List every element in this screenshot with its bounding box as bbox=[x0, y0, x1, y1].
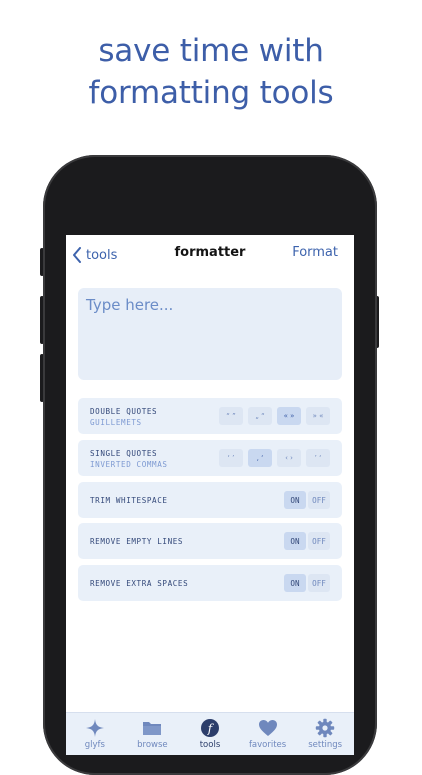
tab-label: tools bbox=[199, 740, 221, 750]
single-quotes-sublabel: INVERTED COMMAS bbox=[90, 460, 168, 469]
single-quote-option-selected[interactable]: ‚ ‘ bbox=[248, 449, 272, 467]
on-button[interactable]: ON bbox=[284, 491, 306, 509]
single-quotes-options: ‘ ’ ‚ ‘ ‹ › ’ ‘ bbox=[219, 449, 330, 467]
remove-extra-spaces-row: REMOVE EXTRA SPACES ON OFF bbox=[78, 565, 342, 601]
tab-browse[interactable]: browse bbox=[124, 713, 182, 755]
double-quotes-row: DOUBLE QUOTES GUILLEMETS “ ” „ “ « » » « bbox=[78, 398, 342, 434]
single-quotes-label: SINGLE QUOTES bbox=[90, 449, 158, 458]
tab-label: favorites bbox=[248, 740, 287, 750]
remove-extra-spaces-toggle: ON OFF bbox=[284, 574, 330, 592]
headline: save time with formatting tools bbox=[0, 30, 422, 114]
headline-line-2: formatting tools bbox=[88, 75, 334, 111]
on-button[interactable]: ON bbox=[284, 532, 306, 550]
trim-whitespace-label: TRIM WHITESPACE bbox=[90, 496, 168, 505]
double-quote-option[interactable]: “ ” bbox=[219, 407, 243, 425]
remove-empty-lines-toggle: ON OFF bbox=[284, 532, 330, 550]
headline-line-1: save time with bbox=[98, 33, 324, 69]
off-button[interactable]: OFF bbox=[308, 491, 330, 509]
tab-tools[interactable]: f tools bbox=[181, 713, 239, 755]
gear-icon bbox=[315, 718, 335, 738]
double-quotes-options: “ ” „ “ « » » « bbox=[219, 407, 330, 425]
function-icon: f bbox=[200, 719, 219, 737]
tab-glyfs[interactable]: glyfs bbox=[66, 713, 124, 755]
single-quote-option[interactable]: ’ ‘ bbox=[306, 449, 330, 467]
tab-bar: glyfs browse f tools favorites settings bbox=[66, 712, 354, 755]
folder-icon bbox=[143, 722, 162, 735]
remove-extra-spaces-label: REMOVE EXTRA SPACES bbox=[90, 579, 189, 588]
text-input[interactable] bbox=[78, 288, 342, 380]
double-quotes-sublabel: GUILLEMETS bbox=[90, 418, 142, 427]
off-button[interactable]: OFF bbox=[308, 532, 330, 550]
single-quote-option[interactable]: ‘ ’ bbox=[219, 449, 243, 467]
single-quotes-row: SINGLE QUOTES INVERTED COMMAS ‘ ’ ‚ ‘ ‹ … bbox=[78, 440, 342, 476]
on-button[interactable]: ON bbox=[284, 574, 306, 592]
sparkle-icon bbox=[85, 719, 104, 737]
double-quote-option[interactable]: „ “ bbox=[248, 407, 272, 425]
double-quotes-label: DOUBLE QUOTES bbox=[90, 407, 158, 416]
heart-icon bbox=[258, 720, 277, 736]
remove-empty-lines-label: REMOVE EMPTY LINES bbox=[90, 537, 184, 546]
phone-screen: tools formatter Format DOUBLE QUOTES GUI… bbox=[66, 235, 354, 755]
navigation-bar: tools formatter Format bbox=[66, 235, 354, 275]
tab-settings[interactable]: settings bbox=[296, 713, 354, 755]
tab-label: glyfs bbox=[84, 740, 105, 750]
format-button[interactable]: Format bbox=[292, 245, 338, 260]
tab-favorites[interactable]: favorites bbox=[239, 713, 297, 755]
tab-label: settings bbox=[308, 740, 343, 750]
trim-whitespace-row: TRIM WHITESPACE ON OFF bbox=[78, 482, 342, 518]
remove-empty-lines-row: REMOVE EMPTY LINES ON OFF bbox=[78, 523, 342, 559]
tab-label: browse bbox=[137, 740, 168, 750]
double-quote-option-selected[interactable]: « » bbox=[277, 407, 301, 425]
double-quote-option[interactable]: » « bbox=[306, 407, 330, 425]
single-quote-option[interactable]: ‹ › bbox=[277, 449, 301, 467]
off-button[interactable]: OFF bbox=[308, 574, 330, 592]
trim-whitespace-toggle: ON OFF bbox=[284, 491, 330, 509]
